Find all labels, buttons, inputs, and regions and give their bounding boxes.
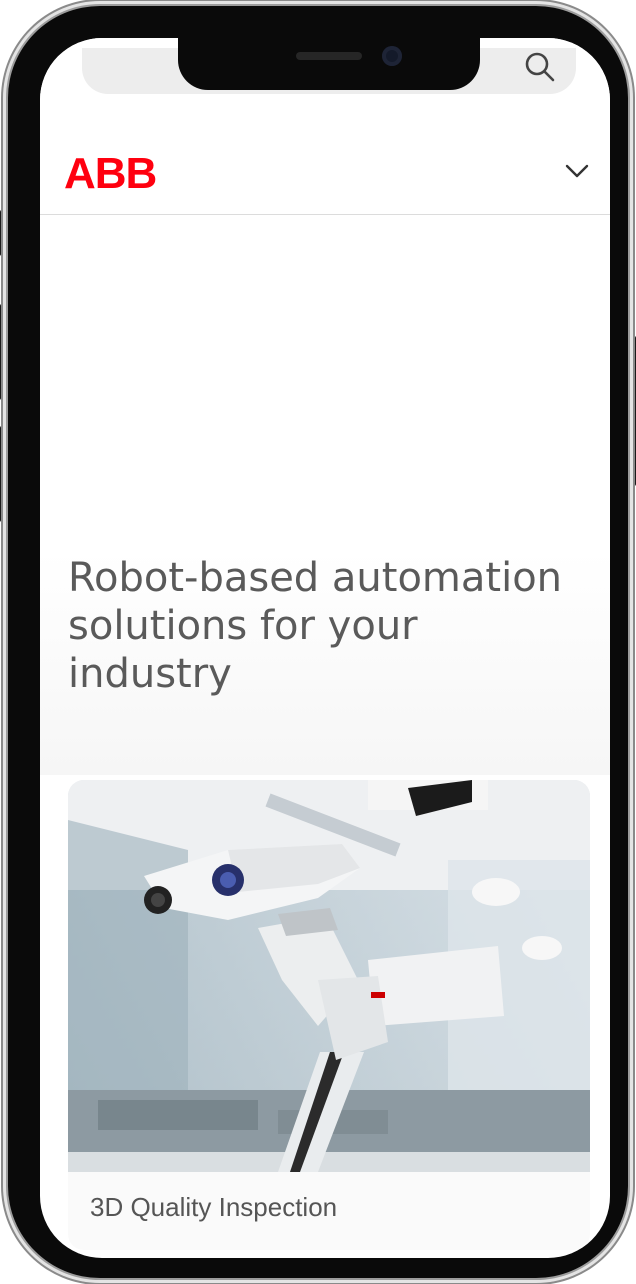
front-camera <box>382 46 402 66</box>
solution-card[interactable]: 3D Quality Inspection <box>68 780 590 1250</box>
screen: ABB Robot-based automation solutions for… <box>40 38 610 1258</box>
speaker-grille <box>296 52 362 60</box>
card-title: 3D Quality Inspection <box>90 1192 338 1222</box>
abb-logo[interactable]: ABB <box>64 150 157 198</box>
hero-title: Robot-based automation solutions for you… <box>68 555 563 697</box>
site-header: ABB <box>40 130 610 215</box>
robot-arm-image <box>68 780 590 1172</box>
notch <box>178 38 480 90</box>
search-icon[interactable] <box>520 48 560 88</box>
chevron-down-icon[interactable] <box>562 156 592 186</box>
volume-down-button <box>0 426 1 522</box>
phone-frame: ABB Robot-based automation solutions for… <box>0 6 636 1278</box>
silent-switch <box>0 210 1 256</box>
volume-up-button <box>0 304 1 400</box>
